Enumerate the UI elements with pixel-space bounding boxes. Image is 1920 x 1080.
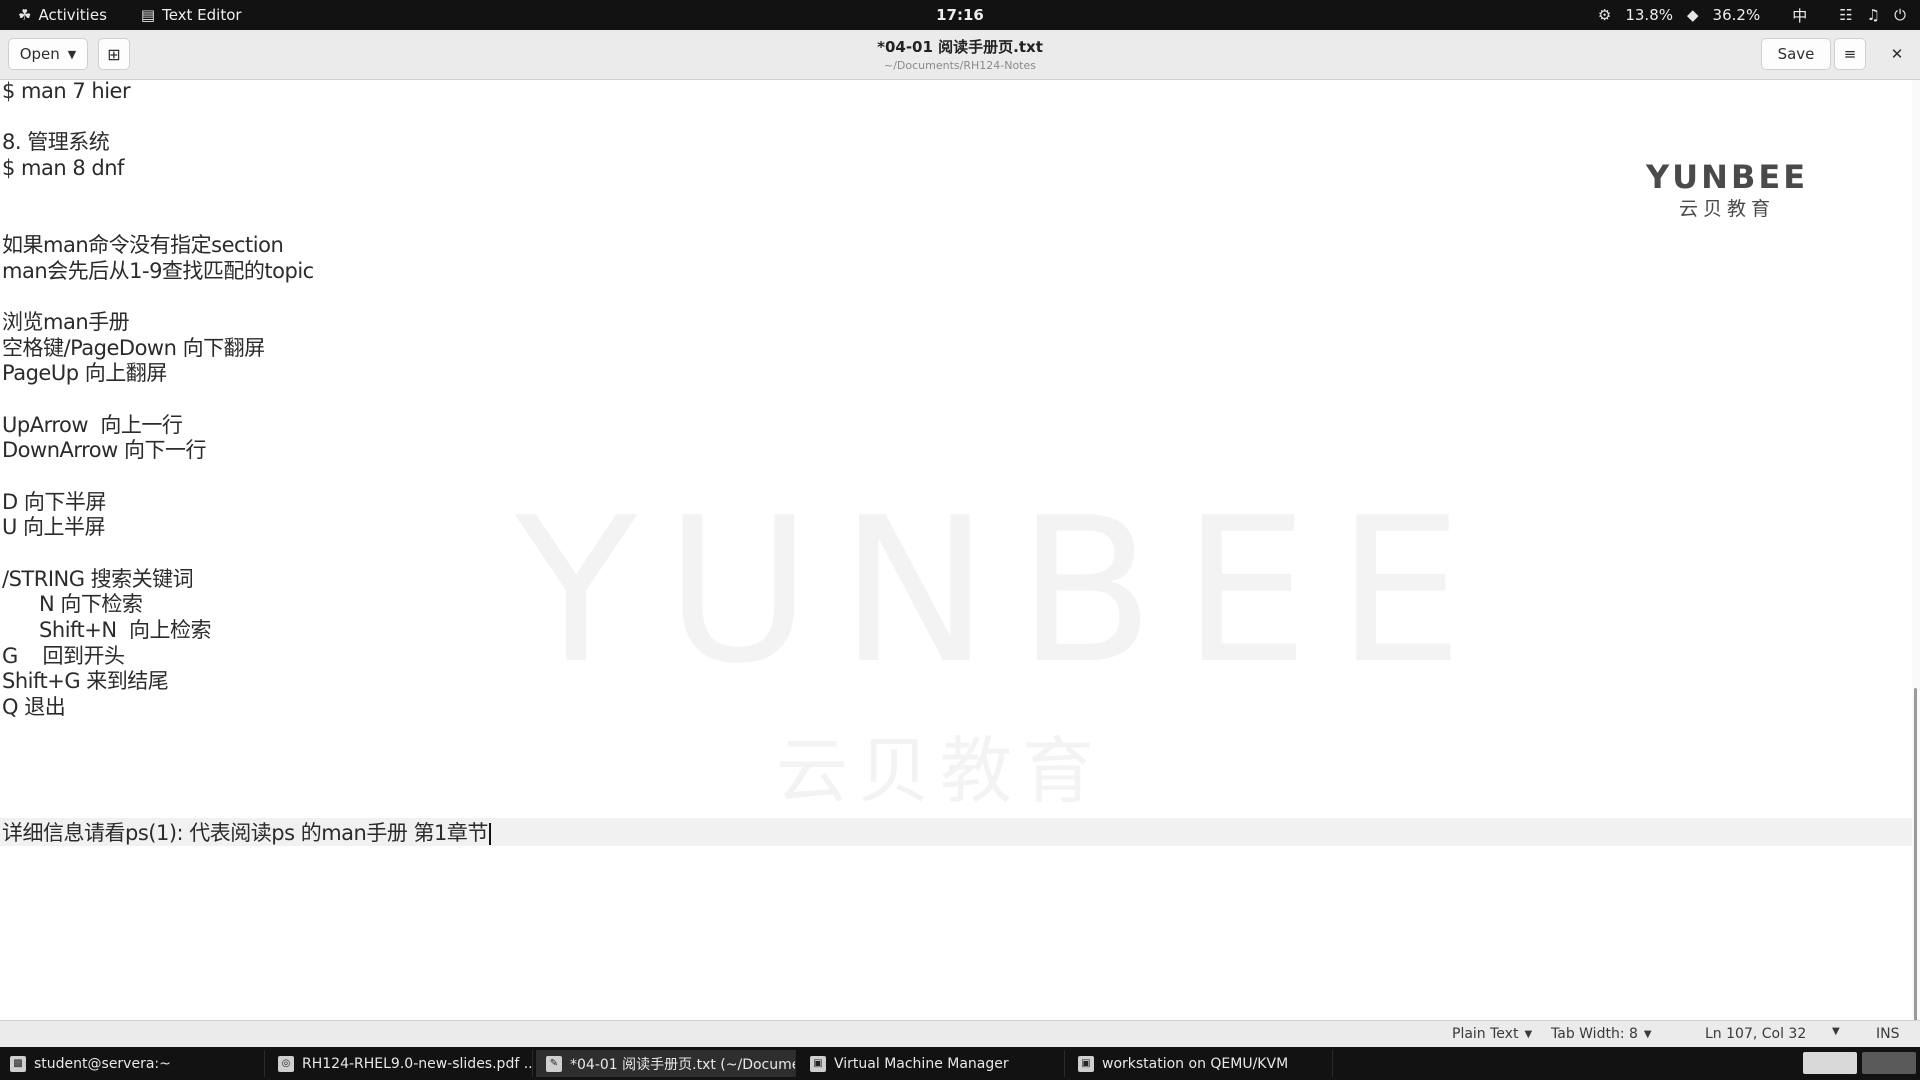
main-menu-button[interactable]: ≡ [1834,38,1866,70]
text-editor-icon: ▤ [140,6,156,24]
network-icon[interactable]: ☷ [1839,6,1852,24]
chevron-down-icon: ▼ [1524,1028,1533,1040]
text-cursor [488,823,491,845]
text-line: $ man 7 hier [2,80,131,103]
task-label: Virtual Machine Manager [834,1055,1009,1072]
memory-icon: ◆ [1687,6,1699,24]
text-line: /STRING 搜索关键词 [2,567,194,591]
text-line: U 向上半屏 [2,515,106,539]
text-editor-icon: ✎ [546,1055,562,1072]
text-line: DownArrow 向下一行 [2,438,207,462]
text-line: UpArrow 向上一行 [2,413,183,437]
volume-icon[interactable]: ♫ [1867,6,1880,24]
language-selector[interactable]: Plain Text ▼ [1452,1026,1532,1042]
app-name: Text Editor [162,6,242,24]
insert-mode-indicator[interactable]: INS [1876,1026,1900,1042]
text-line: Shift+G 来到结尾 [2,669,169,693]
task-terminal[interactable]: ▩ student@servera:~ [0,1050,265,1077]
cpu-icon: ⚙ [1597,6,1612,24]
virt-manager-icon: ▣ [810,1055,826,1072]
memory-usage: 36.2% [1712,6,1761,24]
tab-width-selector[interactable]: Tab Width: 8 ▼ [1551,1026,1652,1042]
text-line: 如果man命令没有指定section [2,233,284,257]
header-bar: Open ▼ ⊞ *04-01 阅读手册页.txt ~/Documents/RH… [0,30,1920,80]
save-button[interactable]: Save [1761,38,1831,70]
watermark-yunbee: YUNBEE [515,475,1492,708]
document-viewer-icon: ◎ [278,1055,294,1072]
activities-button[interactable]: ☘ Activities [18,6,107,24]
current-line-text: 详细信息请看ps(1): 代表阅读ps 的man手册 第1章节 [2,821,488,845]
taskbar: ▩ student@servera:~ ◎ RH124-RHEL9.0-new-… [0,1047,1920,1080]
task-label: RH124-RHEL9.0-new-slides.pdf ... [302,1055,533,1072]
text-line: 空格键/PageDown 向下翻屏 [2,336,265,360]
task-virt-manager[interactable]: ▣ Virtual Machine Manager [800,1050,1065,1077]
close-window-button[interactable]: ✕ [1882,38,1912,70]
cursor-position[interactable]: Ln 107, Col 32 [1705,1026,1806,1042]
chevron-down-icon: ▼ [1832,1026,1840,1037]
hamburger-menu-icon: ≡ [1843,45,1857,63]
text-line: D 向下半屏 [2,490,106,514]
text-line: 8. 管理系统 [2,130,110,154]
close-icon: ✕ [1890,45,1904,63]
scrollbar-thumb[interactable] [1914,688,1917,1048]
task-text-editor[interactable]: ✎ *04-01 阅读手册页.txt (~/Docume... [536,1050,796,1077]
chevron-down-icon: ▼ [1643,1028,1652,1040]
cursor-position-label: Ln 107, Col 32 [1705,1026,1807,1042]
text-line: 浏览man手册 [2,310,130,334]
logo-text-cn: 云贝教育 [1679,198,1776,220]
document-title: *04-01 阅读手册页.txt [877,38,1043,56]
activities-label: Activities [38,6,107,24]
save-label: Save [1777,45,1815,63]
document-path: ~/Documents/RH124-Notes [884,59,1036,72]
activities-icon: ☘ [18,6,32,24]
task-pdf-viewer[interactable]: ◎ RH124-RHEL9.0-new-slides.pdf ... [268,1050,533,1077]
status-bar: Plain Text ▼ Tab Width: 8 ▼ Ln 107, Col … [0,1020,1920,1047]
text-editor-area[interactable]: YUNBEE 云贝教育 $ man 7 hier 8. 管理系统 $ man 8… [0,80,1912,1020]
input-method-indicator[interactable]: 中 [1792,5,1807,26]
terminal-icon: ▩ [10,1055,26,1072]
workspace-1[interactable] [1803,1052,1857,1074]
tab-width-label: Tab Width: 8 [1551,1026,1638,1042]
power-icon[interactable]: ⏻ [1894,6,1906,24]
text-line: N 向下检索 [2,592,143,616]
vertical-scrollbar[interactable] [1912,80,1920,1048]
top-bar: ☘ Activities ▤ Text Editor 17:16 ⚙ 13.8%… [0,0,1920,30]
text-line: PageUp 向上翻屏 [2,361,167,385]
text-line: Shift+N 向上检索 [2,618,211,642]
task-qemu-workstation[interactable]: ▣ workstation on QEMU/KVM [1068,1050,1333,1077]
task-label: *04-01 阅读手册页.txt (~/Docume... [570,1056,796,1073]
workspace-2[interactable] [1862,1052,1916,1074]
text-line: $ man 8 dnf [2,156,124,180]
task-label: student@servera:~ [34,1055,171,1072]
text-line: Q 退出 [2,695,66,719]
text-line: G 回到开头 [2,644,125,668]
text-line: man会先后从1-9查找匹配的topic [2,259,314,283]
cpu-usage: 13.8% [1625,6,1673,24]
insert-mode-label: INS [1876,1026,1900,1042]
title-area: *04-01 阅读手册页.txt ~/Documents/RH124-Notes [0,36,1920,72]
position-dropdown[interactable]: ▼ [1832,1026,1840,1037]
virt-manager-icon: ▣ [1078,1055,1094,1072]
app-menu[interactable]: ▤ Text Editor [141,6,242,24]
logo-text-en: YUNBEE [1646,158,1809,196]
language-label: Plain Text [1452,1026,1519,1042]
task-label: workstation on QEMU/KVM [1102,1055,1289,1072]
yunbee-logo: YUNBEE 云贝教育 [1646,158,1808,221]
watermark-cn: 云贝教育 [776,729,1105,813]
current-text-line: 详细信息请看ps(1): 代表阅读ps 的man手册 第1章节 [2,820,491,846]
